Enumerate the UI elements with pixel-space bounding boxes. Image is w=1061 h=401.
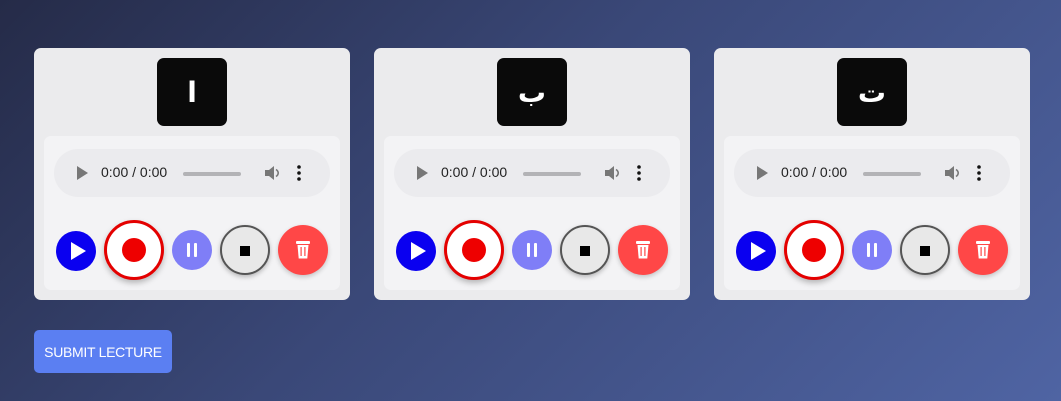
stop-button[interactable] [220,225,270,275]
audio-player[interactable]: 0:00 / 0:00 [394,149,670,197]
more-options-icon[interactable] [976,164,982,182]
pause-button[interactable] [852,230,892,270]
play-button[interactable] [736,231,776,271]
audio-play-icon[interactable] [757,166,768,180]
trash-icon [636,241,650,259]
letter-cards: ا 0:00 / 0:00 ب 0:00 / 0:00 ت 0:00 / 0:0… [34,48,1030,300]
audio-player[interactable]: 0:00 / 0:00 [54,149,330,197]
letter-display: ا [157,58,227,126]
play-button[interactable] [396,231,436,271]
more-options-icon[interactable] [296,164,302,182]
record-button[interactable] [444,220,504,280]
record-button[interactable] [784,220,844,280]
letter-display: ب [497,58,567,126]
pause-button[interactable] [172,230,212,270]
volume-icon[interactable] [603,164,621,182]
stop-button[interactable] [560,225,610,275]
delete-button[interactable] [618,225,668,275]
record-button[interactable] [104,220,164,280]
recorder-panel: 0:00 / 0:00 [44,136,340,290]
trash-icon [976,241,990,259]
audio-time: 0:00 / 0:00 [781,164,848,180]
audio-progress-bar[interactable] [523,172,581,176]
letter-display: ت [837,58,907,126]
letter-card: ا 0:00 / 0:00 [34,48,350,300]
audio-progress-bar[interactable] [863,172,921,176]
recorder-panel: 0:00 / 0:00 [384,136,680,290]
audio-progress-bar[interactable] [183,172,241,176]
letter-card: ت 0:00 / 0:00 [714,48,1030,300]
audio-player[interactable]: 0:00 / 0:00 [734,149,1010,197]
audio-play-icon[interactable] [77,166,88,180]
stop-button[interactable] [900,225,950,275]
play-button[interactable] [56,231,96,271]
delete-button[interactable] [958,225,1008,275]
audio-time: 0:00 / 0:00 [441,164,508,180]
volume-icon[interactable] [943,164,961,182]
recorder-panel: 0:00 / 0:00 [724,136,1020,290]
pause-button[interactable] [512,230,552,270]
more-options-icon[interactable] [636,164,642,182]
letter-card: ب 0:00 / 0:00 [374,48,690,300]
trash-icon [296,241,310,259]
volume-icon[interactable] [263,164,281,182]
audio-time: 0:00 / 0:00 [101,164,168,180]
delete-button[interactable] [278,225,328,275]
submit-lecture-button[interactable]: SUBMIT LECTURE [34,330,172,373]
audio-play-icon[interactable] [417,166,428,180]
